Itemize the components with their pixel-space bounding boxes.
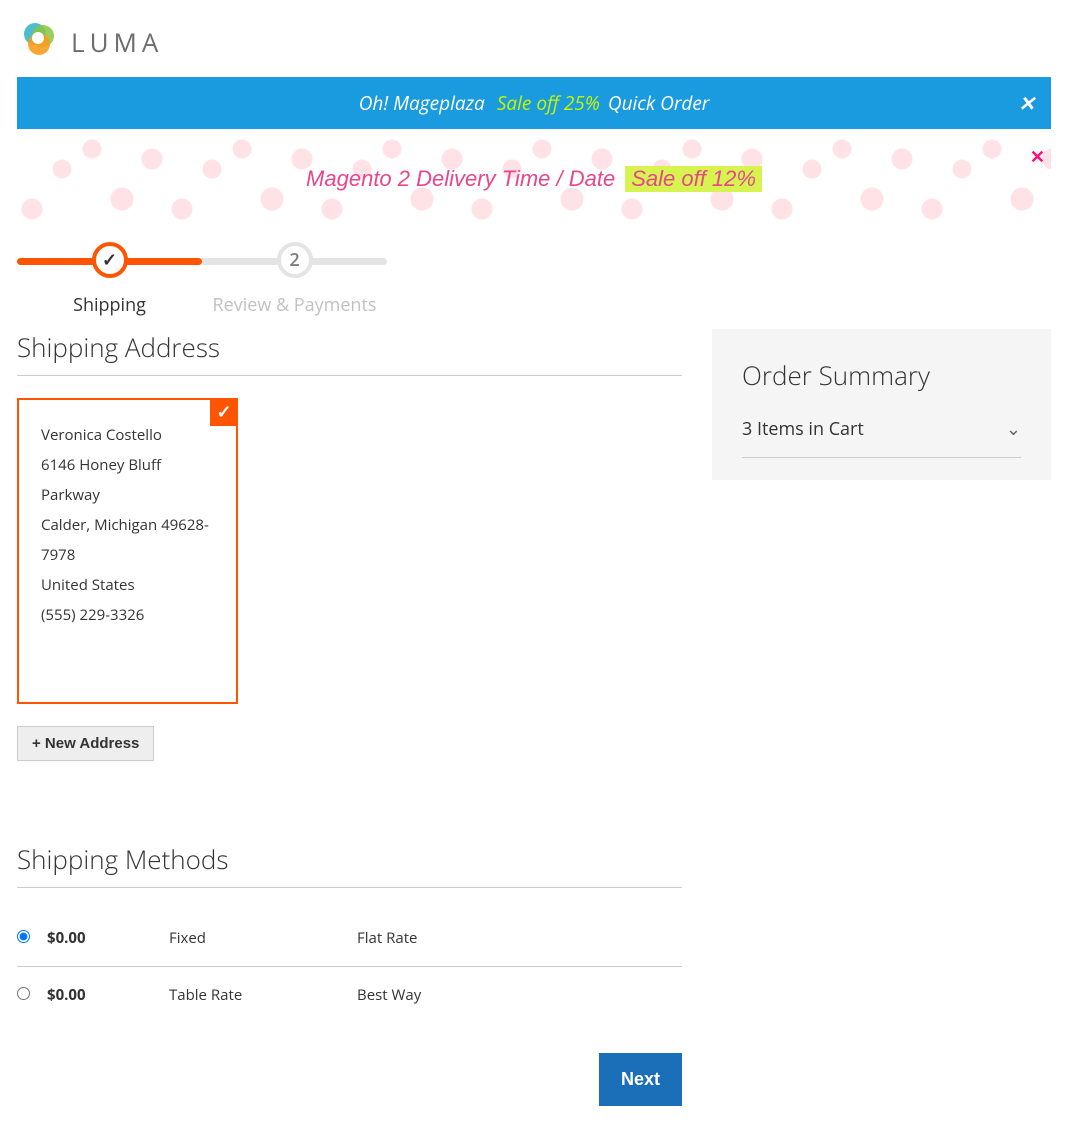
check-icon: ✓ (102, 248, 117, 272)
shipping-method-carrier: Flat Rate (357, 928, 417, 948)
new-address-button[interactable]: + New Address (17, 726, 154, 761)
main-column: Shipping Address ✓ Veronica Costello 614… (17, 329, 682, 1106)
cart-items-label: 3 Items in Cart (742, 417, 864, 441)
shipping-method-radio-best-way[interactable] (17, 987, 30, 1000)
shipping-method-type: Fixed (169, 928, 357, 948)
sidebar: Order Summary 3 Items in Cart ⌄ (712, 329, 1051, 480)
logo[interactable]: LUMA (17, 18, 1051, 65)
banner-blue-sale: Sale off 25% (497, 90, 600, 116)
progress-step-review-label: Review & Payments (202, 293, 387, 317)
banner-pink-text: Magento 2 Delivery Time / Date (306, 166, 615, 192)
shipping-method-row[interactable]: $0.00 Table Rate Best Way (17, 966, 682, 1023)
header: LUMA (0, 0, 1068, 77)
shipping-method-price: $0.00 (47, 928, 169, 948)
shipping-methods: Shipping Methods $0.00 Fixed Flat Rate $… (17, 841, 682, 1106)
shipping-address-title: Shipping Address (17, 329, 682, 376)
progress-step-shipping[interactable]: ✓ Shipping (17, 239, 202, 317)
cart-items-toggle[interactable]: 3 Items in Cart ⌄ (742, 417, 1021, 458)
address-country: United States (41, 570, 214, 600)
promo-banner-pink: Magento 2 Delivery Time / Date Sale off … (17, 129, 1051, 229)
progress-step-review[interactable]: 2 Review & Payments (202, 239, 387, 317)
close-icon[interactable]: ✕ (1018, 90, 1035, 117)
shipping-method-price: $0.00 (47, 985, 169, 1005)
shipping-method-radio-flat-rate[interactable] (17, 930, 30, 943)
banner-blue-text-2: Quick Order (608, 90, 709, 116)
banner-pink-sale: Sale off 12% (625, 166, 762, 192)
logo-icon (17, 18, 59, 65)
checkout-progress: ✓ Shipping 2 Review & Payments (17, 239, 387, 309)
shipping-methods-title: Shipping Methods (17, 841, 682, 888)
order-summary-title: Order Summary (742, 357, 1021, 393)
address-phone: (555) 229-3326 (41, 600, 214, 630)
address-city: Calder, Michigan 49628-7978 (41, 510, 214, 570)
progress-step-review-circle: 2 (277, 242, 313, 278)
progress-step-shipping-label: Shipping (17, 293, 202, 317)
order-summary: Order Summary 3 Items in Cart ⌄ (712, 329, 1051, 480)
shipping-method-carrier: Best Way (357, 985, 421, 1005)
close-icon[interactable]: ✕ (1030, 145, 1045, 169)
progress-step-shipping-circle: ✓ (92, 242, 128, 278)
address-card[interactable]: ✓ Veronica Costello 6146 Honey Bluff Par… (17, 398, 238, 704)
next-button[interactable]: Next (599, 1053, 682, 1106)
chevron-down-icon: ⌄ (1006, 417, 1021, 441)
shipping-method-row[interactable]: $0.00 Fixed Flat Rate (17, 910, 682, 966)
logo-text: LUMA (71, 24, 163, 60)
promo-banner-blue: Oh! Mageplaza Sale off 25% Quick Order ✕ (17, 77, 1051, 129)
address-selected-check-icon: ✓ (210, 398, 238, 426)
banner-blue-text-1: Oh! Mageplaza (359, 90, 485, 116)
address-street: 6146 Honey Bluff Parkway (41, 450, 214, 510)
address-name: Veronica Costello (41, 420, 214, 450)
shipping-method-type: Table Rate (169, 985, 357, 1005)
